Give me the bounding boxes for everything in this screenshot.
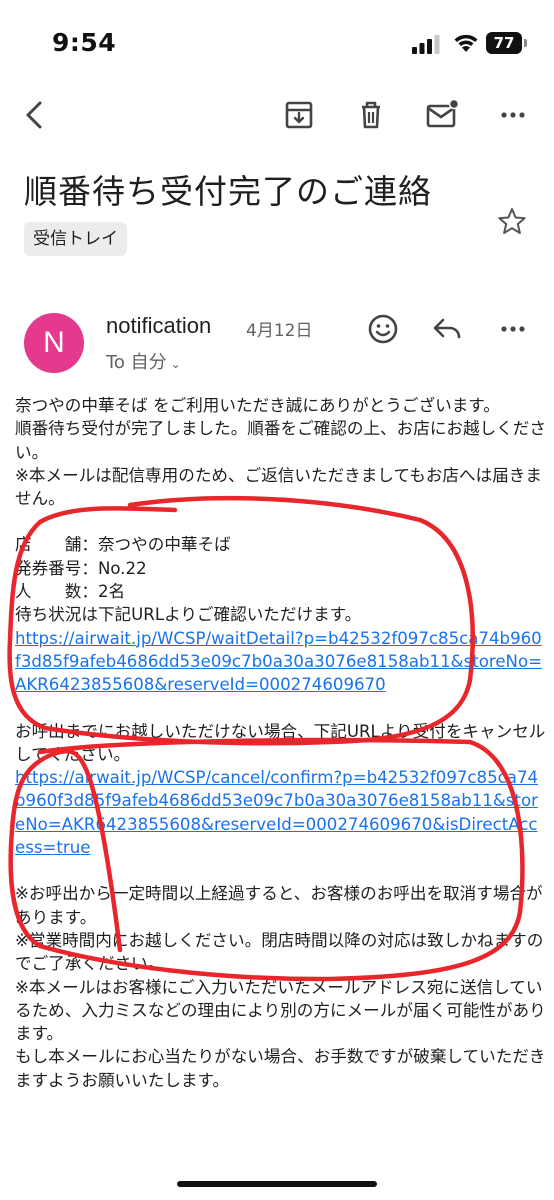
more-icon[interactable] — [496, 312, 530, 346]
party-size-detail: 人 数：2名 — [15, 582, 126, 602]
email-subject: 順番待ち受付完了のご連絡 — [24, 172, 432, 211]
more-icon[interactable] — [496, 98, 530, 132]
status-note: 待ち状況は下記URLよりご確認いただけます。 — [15, 605, 362, 625]
email-toolbar — [0, 90, 554, 140]
status-time: 9:54 — [52, 28, 117, 57]
back-icon[interactable] — [18, 98, 52, 132]
battery-icon: 77 — [486, 32, 528, 54]
body-note: もし本メールにお心当たりがない場合、お手数ですが破棄していただきますようお願いい… — [15, 1047, 546, 1090]
email-body: 奈つやの中華そば をご利用いただき誠にありがとうございます。 順番待ち受付が完了… — [15, 394, 547, 1092]
body-line: 順番待ち受付が完了しました。順番をご確認の上、お店にお越しください。 — [15, 419, 546, 462]
wait-status-link[interactable]: https://airwait.jp/WCSP/waitDetail?p=b42… — [15, 629, 542, 695]
cellular-signal-icon — [412, 35, 440, 54]
inbox-label-chip[interactable]: 受信トレイ — [24, 222, 127, 256]
star-icon[interactable] — [496, 206, 528, 238]
body-note: ※本メールはお客様にご入力いただいたメールアドレス宛に送信しているため、入力ミス… — [15, 977, 546, 1044]
ticket-number-detail: 発券番号：No.22 — [15, 558, 147, 578]
mark-unread-icon[interactable] — [425, 98, 460, 132]
body-note: ※営業時間内にお越しください。閉店時間以降の対応は致しかねますのでご了承ください… — [15, 930, 544, 974]
sender-name[interactable]: notification — [106, 313, 211, 339]
home-indicator — [177, 1181, 377, 1187]
chevron-down-icon: ⌄ — [170, 357, 181, 371]
cancel-note: お呼出までにお越しいただけない場合、下記URLより受付をキャンセルしてください。 — [15, 721, 546, 764]
store-detail: 店 舗：奈つやの中華そば — [15, 535, 231, 555]
emoji-reaction-icon[interactable] — [366, 312, 400, 346]
sender-avatar[interactable]: N — [24, 313, 84, 373]
status-bar: 9:54 77 — [0, 0, 554, 80]
battery-level: 77 — [486, 32, 522, 54]
trash-icon[interactable] — [354, 98, 388, 132]
email-date: 4月12日 — [246, 321, 313, 341]
reply-icon[interactable] — [430, 312, 464, 346]
recipient-label: To 自分 — [106, 352, 167, 373]
body-line: ※本メールは配信専用のため、ご返信いただきましてもお店へは届きません。 — [15, 465, 542, 509]
recipient-details[interactable]: To 自分 ⌄ — [106, 348, 181, 374]
wifi-icon — [454, 34, 478, 52]
archive-icon[interactable] — [282, 98, 316, 132]
body-note: ※お呼出から一定時間以上経過すると、お客様のお呼出を取消す場合があります。 — [15, 884, 543, 927]
body-line: 奈つやの中華そば をご利用いただき誠にありがとうございます。 — [15, 396, 500, 415]
cancel-link[interactable]: https://airwait.jp/WCSP/cancel/confirm?p… — [15, 768, 538, 857]
